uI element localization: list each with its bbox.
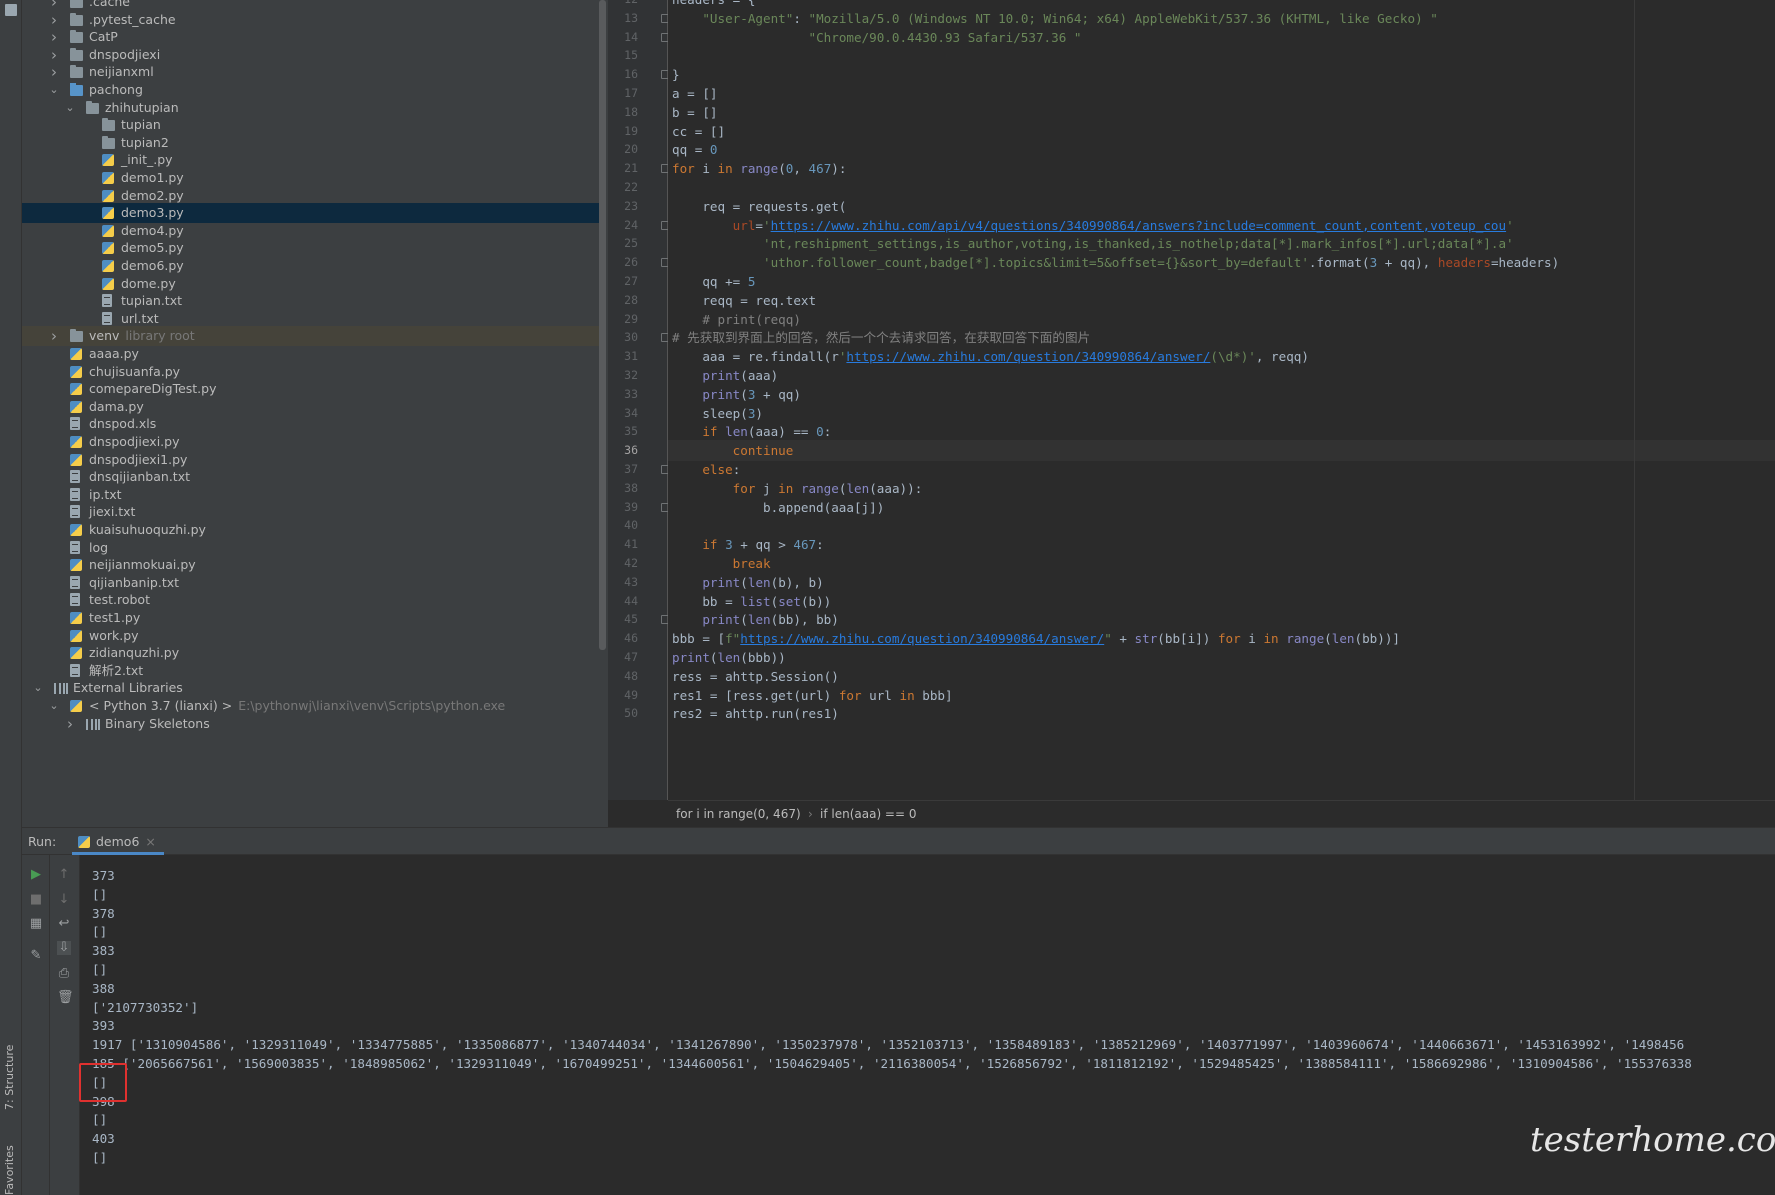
python-file-icon [70, 559, 82, 572]
console-output[interactable]: 373[] 378[] 383[] 388 ['2107730352'] 393 1917 … [80, 855, 1775, 1195]
run-actions-toolbar: ▶ ■ ▦ ✎ [22, 855, 50, 1195]
stop-icon[interactable]: ■ [29, 893, 43, 907]
python-file-icon [102, 189, 114, 202]
tree-item-hint: E:\pythonwj\lianxi\venv\Scripts\python.e… [238, 698, 506, 713]
structure-tool-label[interactable]: 7: Structure [3, 1045, 16, 1110]
folder-icon [70, 0, 83, 8]
breadcrumb-item-if[interactable]: if len(aaa) == 0 [820, 801, 917, 827]
python-file-icon [70, 524, 82, 536]
python-file-icon [70, 348, 82, 360]
folder-icon [70, 329, 83, 343]
console-line: 185 ['2065667561', '1569003835', '184898… [92, 1056, 1692, 1071]
run-tab-label: demo6 [96, 834, 140, 849]
folder-icon [70, 47, 83, 61]
breadcrumb-item-for-loop[interactable]: for i in range(0, 467) [676, 801, 801, 827]
text-file-icon [70, 593, 80, 607]
watermark: testerhome.com [1530, 1120, 1775, 1160]
python-file-icon [78, 836, 90, 848]
project-icon[interactable] [5, 4, 17, 16]
python-file-icon [102, 172, 114, 184]
run-tab-demo6[interactable]: demo6 × [72, 828, 164, 855]
project-tree-scrollbar[interactable] [599, 0, 606, 650]
python-file-icon [102, 154, 114, 167]
text-file-icon [70, 663, 80, 677]
python-file-icon [102, 224, 114, 237]
python-file-icon [70, 700, 82, 712]
folder-icon [70, 12, 83, 26]
breadcrumb-separator: › [808, 807, 813, 821]
run-toolbar: Run: demo6 × [22, 827, 1775, 855]
project-tree-panel: › .cache › .pytest_cache › CatP › dnspodjiexi › n… [22, 0, 608, 827]
folder-icon [70, 30, 83, 44]
text-file-icon [70, 417, 80, 431]
chevron-right-icon[interactable]: › [64, 714, 76, 734]
code-editor[interactable]: headers = { "User-Agent": "Mozilla/5.0 (… [668, 0, 1775, 800]
text-file-icon [70, 505, 80, 519]
pin-icon[interactable]: ✎ [29, 949, 43, 963]
python-file-icon [102, 260, 114, 272]
text-file-icon [102, 294, 112, 308]
rerun-icon[interactable]: ▶ [29, 868, 43, 882]
python-file-icon [70, 453, 82, 466]
python-file-icon [70, 612, 82, 624]
python-file-icon [70, 629, 82, 642]
python-file-icon [70, 436, 82, 448]
right-margin-guide [1634, 0, 1635, 800]
folder-icon [102, 135, 115, 149]
tree-item-hint: library root [125, 328, 195, 344]
console-line: [] [92, 1150, 108, 1165]
folder-icon [102, 118, 115, 132]
tree-item[interactable]: › Binary Skeletons [22, 714, 600, 734]
python-file-icon [70, 365, 82, 378]
folder-icon [86, 100, 99, 114]
code-line[interactable]: res2 = ahttp.run(res1) [668, 703, 1775, 724]
text-file-icon [70, 575, 80, 589]
text-file-icon [102, 311, 112, 325]
breadcrumb: for i in range(0, 467) › if len(aaa) == … [668, 800, 1775, 827]
text-file-icon [70, 470, 80, 484]
scroll-to-end-icon[interactable]: ⇩ [57, 941, 71, 955]
folder-icon [70, 83, 83, 96]
python-file-icon [70, 383, 82, 396]
layout-icon[interactable]: ▦ [29, 917, 43, 931]
scroll-up-icon[interactable]: ↑ [57, 868, 71, 882]
library-icon [86, 718, 100, 730]
highlight-annotation-box [79, 1063, 127, 1102]
soft-wrap-icon[interactable]: ↩ [57, 917, 71, 931]
line-number: 50 [624, 706, 638, 721]
python-file-icon [70, 400, 82, 413]
python-file-icon [102, 207, 114, 220]
python-file-icon [70, 647, 82, 660]
run-label: Run: [28, 834, 57, 849]
print-icon[interactable]: ⎙ [57, 967, 71, 981]
console-actions-toolbar: ↑ ↓ ↩ ⇩ ⎙ 🗑 [50, 855, 80, 1195]
scroll-down-icon[interactable]: ↓ [57, 893, 71, 907]
close-tab-icon[interactable]: × [145, 834, 155, 849]
folder-icon [70, 65, 83, 79]
clear-trash-icon[interactable]: 🗑 [57, 991, 74, 1005]
favorites-tool-label[interactable]: Favorites [3, 1145, 16, 1195]
text-file-icon [70, 540, 80, 554]
python-file-icon [102, 277, 114, 290]
python-file-icon [102, 242, 114, 255]
tree-item-label: Binary Skeletons [105, 715, 210, 731]
editor-gutter: 1213141516171819202122232425262728293031… [608, 0, 670, 800]
library-icon [54, 683, 68, 695]
left-tool-strip: 7: Structure Favorites [0, 0, 22, 1195]
text-file-icon [70, 487, 80, 501]
